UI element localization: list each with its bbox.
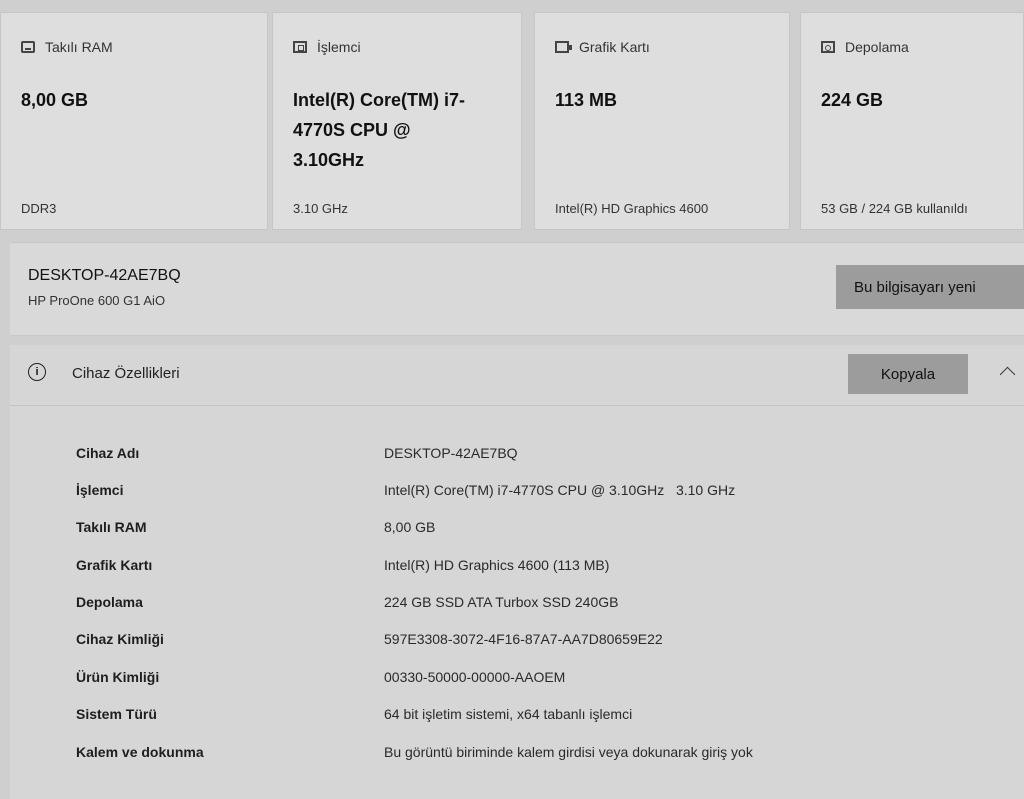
specs-title: Cihaz Özellikleri — [72, 365, 180, 382]
ram-card-label: Takılı RAM — [45, 39, 113, 55]
spec-value: 224 GB SSD ATA Turbox SSD 240GB — [384, 594, 619, 610]
spec-label: Cihaz Kimliği — [76, 631, 164, 647]
processor-icon — [293, 41, 307, 53]
spec-label: Grafik Kartı — [76, 557, 153, 573]
spec-value: Intel(R) HD Graphics 4600 (113 MB) — [384, 557, 610, 573]
chevron-up-icon[interactable] — [999, 366, 1016, 383]
spec-value: 64 bit işletim sistemi, x64 tabanlı işle… — [384, 706, 633, 722]
storage-card: Depolama 224 GB 53 GB / 224 GB kullanıld… — [800, 12, 1024, 230]
copy-button[interactable]: Kopyala — [848, 354, 968, 394]
spec-row-pen-and-touch: Kalem ve dokunma Bu görüntü biriminde ka… — [10, 744, 1024, 781]
spec-label: Cihaz Adı — [76, 445, 140, 461]
graphics-card-header: Grafik Kartı — [555, 39, 650, 55]
processor-card-value: Intel(R) Core(TM) i7-4770S CPU @ 3.10GHz — [293, 90, 465, 170]
ram-card-header: Takılı RAM — [21, 39, 113, 55]
spec-value: 8,00 GB — [384, 519, 436, 535]
processor-card-sub: 3.10 GHz — [293, 201, 348, 216]
ram-card: Takılı RAM 8,00 GB DDR3 — [0, 12, 268, 230]
graphics-card: Grafik Kartı 113 MB Intel(R) HD Graphics… — [534, 12, 790, 230]
spec-label: Ürün Kimliği — [76, 669, 160, 685]
processor-card: İşlemci Intel(R) Core(TM) i7-4770S CPU @… — [272, 12, 522, 230]
graphics-card-icon — [555, 41, 572, 53]
spec-row-processor: İşlemci Intel(R) Core(TM) i7-4770S CPU @… — [10, 482, 1024, 519]
spec-value: DESKTOP-42AE7BQ — [384, 445, 518, 461]
device-model: HP ProOne 600 G1 AiO — [28, 293, 166, 308]
spec-label: İşlemci — [76, 482, 124, 498]
storage-card-header: Depolama — [821, 39, 909, 55]
graphics-card-label: Grafik Kartı — [579, 39, 650, 55]
processor-card-label: İşlemci — [317, 39, 361, 55]
spec-value: Intel(R) Core(TM) i7-4770S CPU @ 3.10GHz… — [384, 482, 736, 498]
storage-card-sub: 53 GB / 224 GB kullanıldı — [821, 201, 968, 216]
rename-pc-button[interactable]: Bu bilgisayarı yeni — [836, 265, 1024, 309]
spec-row-device-id: Cihaz Kimliği 597E3308-3072-4F16-87A7-AA… — [10, 631, 1024, 668]
device-bar: DESKTOP-42AE7BQ HP ProOne 600 G1 AiO Bu … — [10, 242, 1024, 336]
device-name: DESKTOP-42AE7BQ — [28, 267, 181, 284]
spec-row-storage: Depolama 224 GB SSD ATA Turbox SSD 240GB — [10, 594, 1024, 631]
storage-card-label: Depolama — [845, 39, 909, 55]
spec-label: Sistem Türü — [76, 706, 157, 722]
storage-card-value: 224 GB — [821, 90, 884, 110]
graphics-card-value: 113 MB — [555, 90, 618, 110]
spec-label: Takılı RAM — [76, 519, 147, 535]
spec-row-installed-ram: Takılı RAM 8,00 GB — [10, 519, 1024, 556]
spec-row-device-name: Cihaz Adı DESKTOP-42AE7BQ — [10, 445, 1024, 482]
storage-icon — [821, 41, 835, 53]
graphics-card-sub: Intel(R) HD Graphics 4600 — [555, 201, 709, 216]
ram-card-sub: DDR3 — [21, 201, 57, 216]
info-icon: i — [28, 363, 46, 381]
spec-row-system-type: Sistem Türü 64 bit işletim sistemi, x64 … — [10, 706, 1024, 743]
spec-row-product-id: Ürün Kimliği 00330-50000-00000-AAOEM — [10, 669, 1024, 706]
spec-value: Bu görüntü biriminde kalem girdisi veya … — [384, 744, 753, 760]
spec-label: Kalem ve dokunma — [76, 744, 204, 760]
spec-row-graphics-card: Grafik Kartı Intel(R) HD Graphics 4600 (… — [10, 557, 1024, 594]
device-specifications: i Cihaz Özellikleri Kopyala Cihaz Adı DE… — [10, 345, 1024, 799]
spec-value: 597E3308-3072-4F16-87A7-AA7D80659E22 — [384, 631, 663, 647]
processor-card-header: İşlemci — [293, 39, 361, 55]
spec-label: Depolama — [76, 594, 143, 610]
ram-card-value: 8,00 GB — [21, 90, 89, 110]
specs-header[interactable]: i Cihaz Özellikleri Kopyala — [10, 345, 1024, 406]
ram-icon — [21, 41, 35, 53]
spec-value: 00330-50000-00000-AAOEM — [384, 669, 566, 685]
